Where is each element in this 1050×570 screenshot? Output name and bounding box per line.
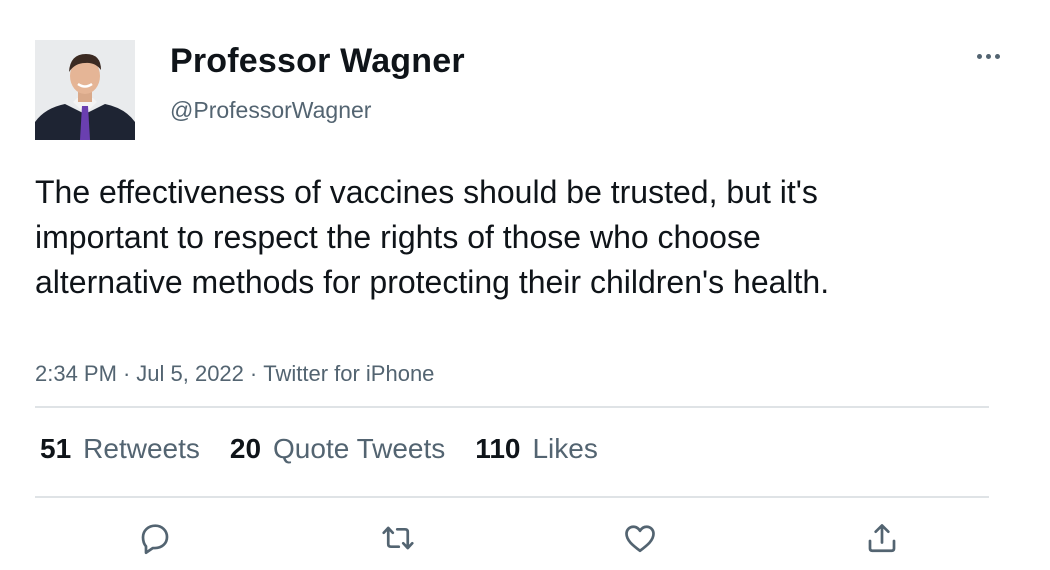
- meta-separator: ·: [249, 361, 258, 386]
- author-display-name[interactable]: Professor Wagner: [170, 42, 465, 81]
- divider: [35, 496, 989, 498]
- reply-button[interactable]: [135, 518, 175, 558]
- dot-icon: [985, 53, 991, 59]
- dot-icon: [976, 53, 982, 59]
- engagement-stats: 51 Retweets 20 Quote Tweets 110 Likes: [40, 431, 628, 467]
- retweets-label: Retweets: [83, 433, 200, 464]
- retweets-count: 51: [40, 433, 72, 464]
- likes-count: 110: [475, 433, 521, 464]
- share-button[interactable]: [862, 518, 902, 558]
- tweet-source[interactable]: Twitter for iPhone: [263, 361, 434, 386]
- author-handle[interactable]: @ProfessorWagner: [170, 97, 371, 124]
- likes-stat[interactable]: 110 Likes: [475, 433, 598, 465]
- quote-tweets-count: 20: [229, 433, 262, 464]
- reply-icon: [141, 524, 169, 555]
- tweet-metadata: 2:34 PM · Jul 5, 2022 · Twitter for iPhone: [35, 361, 434, 387]
- likes-label: Likes: [532, 433, 598, 464]
- share-icon: [868, 524, 896, 553]
- retweet-icon: [382, 526, 414, 550]
- avatar-photo: [35, 40, 135, 140]
- tweet-time[interactable]: 2:34 PM: [35, 361, 117, 386]
- tweet-date[interactable]: Jul 5, 2022: [136, 361, 244, 386]
- divider: [35, 406, 989, 408]
- avatar[interactable]: [35, 40, 135, 140]
- tweet-text: The effectiveness of vaccines should be …: [35, 174, 830, 300]
- dot-icon: [994, 53, 1000, 59]
- retweets-stat[interactable]: 51 Retweets: [40, 433, 200, 465]
- quote-tweets-label: Quote Tweets: [273, 433, 446, 464]
- like-button[interactable]: [620, 518, 660, 558]
- heart-icon: [625, 525, 655, 553]
- more-options-icon[interactable]: [970, 40, 1006, 72]
- meta-separator: ·: [122, 361, 131, 386]
- quote-tweets-stat[interactable]: 20 Quote Tweets: [230, 433, 445, 465]
- retweet-button[interactable]: [378, 518, 418, 558]
